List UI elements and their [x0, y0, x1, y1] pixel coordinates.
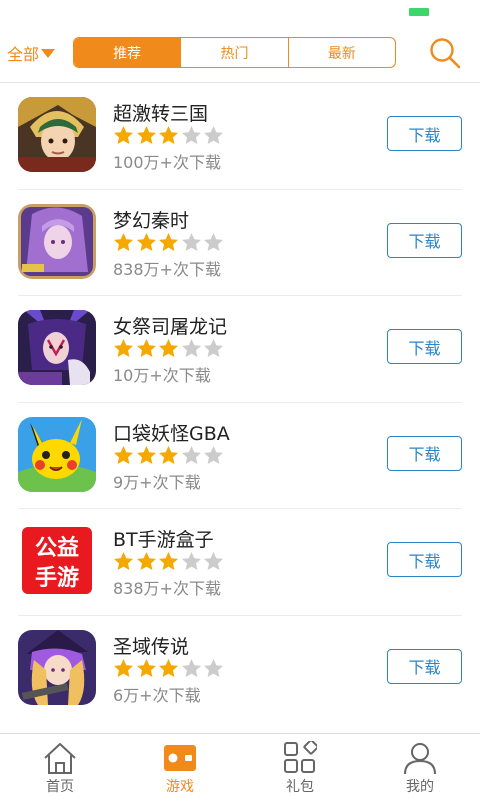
download-button[interactable]: 下载 [387, 542, 462, 578]
grid-diamond-icon [284, 741, 317, 773]
status-bar [0, 0, 480, 26]
star-empty-icon [181, 552, 201, 571]
star-filled-icon [136, 339, 156, 358]
app-name: 超激转三国 [113, 103, 209, 125]
app-name: 圣域传说 [113, 635, 190, 658]
star-empty-icon [204, 445, 223, 464]
app-name: BT手游盒子 [113, 529, 214, 552]
download-button[interactable]: 下载 [387, 329, 462, 365]
star-empty-icon [204, 658, 223, 677]
purple-hair-heroine-icon [18, 203, 96, 279]
star-filled-icon [159, 232, 178, 251]
nav-profile[interactable]: 我的 [360, 734, 480, 801]
dropdown-triangle-icon [41, 48, 56, 58]
star-filled-icon [159, 126, 178, 144]
app-name: 梦幻秦时 [113, 209, 190, 232]
star-filled-icon [114, 445, 133, 464]
download-count: 6万+次下载 [113, 685, 201, 705]
game-list: 超激转三国 100万+次下载 下载 梦幻秦时 838万+次下载 下载 女祭司屠龙… [0, 83, 480, 723]
gamepad-icon [164, 745, 196, 771]
list-item[interactable]: 口袋妖怪GBA 9万+次下载 下载 [18, 403, 462, 510]
download-count: 9万+次下载 [113, 472, 201, 492]
bottom-navigation: 首页 游戏 礼包 我的 [0, 733, 480, 801]
header: 全部 推荐 热门 最新 [0, 26, 480, 83]
nav-gifts[interactable]: 礼包 [240, 734, 360, 801]
rating-stars [113, 232, 226, 253]
priestess-icon [18, 310, 96, 386]
rating-stars [113, 551, 226, 572]
svg-text:公益: 公益 [35, 535, 79, 561]
tab-recommended[interactable]: 推荐 [74, 38, 181, 67]
list-item[interactable]: 公益 手游 BT手游盒子 838万+次下载 下载 [18, 509, 462, 616]
rating-stars [113, 445, 226, 466]
search-icon[interactable] [428, 36, 462, 70]
star-empty-icon [204, 232, 223, 251]
person-icon [404, 743, 436, 775]
nav-home-label: 首页 [46, 779, 74, 795]
nav-games[interactable]: 游戏 [120, 734, 240, 801]
tab-popular[interactable]: 热门 [180, 38, 287, 67]
star-empty-icon [181, 232, 201, 251]
category-filter-label: 全部 [7, 45, 40, 64]
star-empty-icon [181, 658, 201, 677]
download-button[interactable]: 下载 [387, 648, 462, 684]
category-filter-dropdown[interactable]: 全部 [7, 42, 56, 64]
star-empty-icon [181, 126, 201, 144]
download-count: 10万+次下载 [113, 366, 211, 386]
nav-games-label: 游戏 [166, 779, 194, 795]
home-icon [44, 743, 76, 774]
witch-gunner-icon [18, 629, 96, 705]
star-filled-icon [114, 126, 133, 144]
star-filled-icon [114, 232, 133, 251]
rating-stars [113, 338, 226, 359]
star-filled-icon [159, 658, 178, 677]
nav-profile-label: 我的 [406, 779, 434, 795]
star-filled-icon [136, 445, 156, 464]
download-count: 100万+次下载 [113, 153, 221, 172]
star-filled-icon [136, 232, 156, 251]
svg-text:手游: 手游 [35, 565, 79, 591]
star-empty-icon [181, 339, 201, 358]
nav-home[interactable]: 首页 [0, 734, 120, 801]
download-button[interactable]: 下载 [387, 222, 462, 258]
app-name: 女祭司屠龙记 [113, 316, 228, 339]
list-item[interactable]: 梦幻秦时 838万+次下载 下载 [18, 190, 462, 297]
rating-stars [113, 658, 226, 679]
star-empty-icon [204, 126, 223, 144]
star-empty-icon [204, 552, 223, 571]
download-count: 838万+次下载 [113, 579, 221, 599]
tab-newest[interactable]: 最新 [287, 38, 395, 67]
list-item[interactable]: 女祭司屠龙记 10万+次下载 下载 [18, 296, 462, 403]
star-filled-icon [114, 658, 133, 677]
tab-bar: 推荐 热门 最新 [73, 37, 396, 68]
download-count: 838万+次下载 [113, 259, 221, 279]
star-filled-icon [159, 552, 178, 571]
star-empty-icon [181, 445, 201, 464]
battery-icon [409, 8, 429, 16]
nav-gifts-label: 礼包 [286, 779, 314, 795]
star-filled-icon [136, 126, 156, 144]
app-name: 口袋妖怪GBA [113, 422, 230, 445]
list-item[interactable]: 圣域传说 6万+次下载 下载 [18, 616, 462, 723]
star-filled-icon [114, 552, 133, 571]
download-button[interactable]: 下载 [387, 116, 462, 151]
list-item[interactable]: 超激转三国 100万+次下载 下载 [18, 83, 462, 190]
download-button[interactable]: 下载 [387, 435, 462, 471]
star-filled-icon [114, 339, 133, 358]
star-filled-icon [159, 445, 178, 464]
star-filled-icon [136, 552, 156, 571]
public-welfare-games-icon: 公益 手游 [18, 523, 96, 599]
star-empty-icon [204, 339, 223, 358]
pikachu-icon [18, 416, 96, 492]
star-filled-icon [136, 658, 156, 677]
rating-stars [113, 125, 226, 146]
three-kingdoms-warrior-icon [18, 97, 96, 172]
star-filled-icon [159, 339, 178, 358]
